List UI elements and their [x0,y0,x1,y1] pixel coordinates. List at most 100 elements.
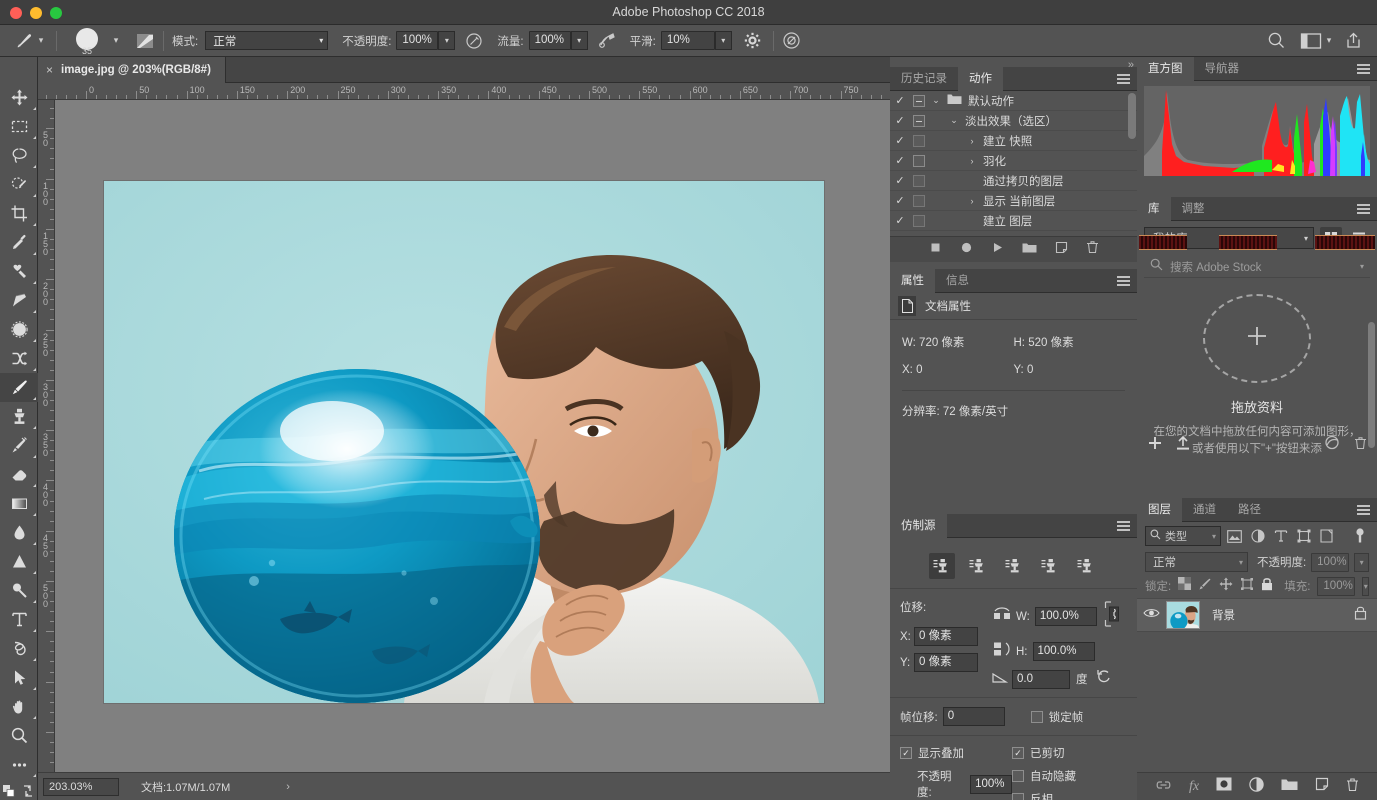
tab-history[interactable]: 历史记录 [890,67,958,91]
more-tools[interactable] [0,750,38,779]
blur-tool[interactable] [0,518,38,547]
action-row[interactable]: ✓ ⌄ 淡出效果（选区） [890,111,1137,131]
panel-menu-icon[interactable] [1357,64,1370,74]
airbrush-icon[interactable] [598,32,618,50]
document-tab[interactable]: × image.jpg @ 203%(RGB/8#) [38,57,226,83]
layer-kind-filter[interactable]: 类型 ▾ [1145,526,1221,546]
action-dialog-toggle[interactable] [913,94,925,107]
eyedropper-tool[interactable] [0,228,38,257]
direct-selection-tool[interactable] [0,663,38,692]
gear-icon[interactable] [744,32,761,49]
tab-adjustments[interactable]: 调整 [1171,197,1216,221]
close-icon[interactable]: × [46,63,53,77]
lock-icon[interactable] [1354,605,1367,625]
marquee-tool[interactable] [0,112,38,141]
layer-row-background[interactable]: 背景 [1137,598,1377,632]
vertical-ruler[interactable]: 50 100 150 200 250 300 350 400 450 500 [38,100,55,772]
actions-list[interactable]: ✓ ⌄ 默认动作 ✓ ⌄ 淡出效果（选区） ✓ › 建立 快照 ✓ › 羽化 ✓ 通过拷贝的图层 ✓ › 显示 … [890,91,1137,236]
pen-tool[interactable] [0,576,38,605]
add-icon[interactable] [1147,435,1163,456]
clone-w-value[interactable]: 100.0% [1034,607,1097,626]
record-icon[interactable] [960,241,973,259]
stop-icon[interactable] [929,241,942,259]
lock-pixels-icon[interactable] [1198,577,1212,596]
drop-target-circle[interactable] [1203,294,1311,383]
symmetry-icon[interactable] [782,31,801,50]
tab-clone-source[interactable]: 仿制源 [890,514,947,538]
blend-mode-dropdown[interactable]: 正常 ▾ [205,31,329,50]
tab-properties[interactable]: 属性 [890,269,935,293]
new-layer-icon[interactable] [1315,777,1329,796]
patch-tool[interactable] [0,315,38,344]
panel-menu-icon[interactable] [1117,521,1130,531]
opacity-value[interactable]: 100% [396,31,439,50]
action-dialog-toggle[interactable] [913,214,925,227]
flow-value[interactable]: 100% [528,31,571,50]
search-icon[interactable] [1267,31,1286,50]
brush-preset-chevron-icon[interactable]: ▾ [109,31,123,50]
brush-tool-2[interactable] [0,286,38,315]
flip-vertical-icon[interactable] [992,641,1012,662]
clone-source-3[interactable] [1001,553,1027,579]
delete-icon[interactable] [1086,240,1099,259]
link-layers-icon[interactable] [1155,778,1172,796]
panel-menu-icon[interactable] [1357,204,1370,214]
eraser-tool[interactable] [0,460,38,489]
lock-all-icon[interactable] [1261,577,1273,596]
brush-icon[interactable] [14,31,34,51]
move-tool[interactable] [0,83,38,112]
library-scrollbar[interactable] [1368,322,1375,448]
flow-chevron-icon[interactable]: ▾ [570,31,588,50]
action-expand-chevron-icon[interactable]: › [961,136,983,146]
workspace-icon[interactable] [1300,32,1322,50]
reset-icon[interactable] [1096,669,1112,689]
layer-opacity-chevron-icon[interactable]: ▾ [1354,552,1369,572]
workspace-chevron-icon[interactable]: ▾ [1322,31,1336,50]
tab-layers[interactable]: 图层 [1137,498,1182,522]
filter-type-icon[interactable] [1271,526,1290,546]
creative-cloud-icon[interactable] [1323,435,1341,455]
action-row[interactable]: ✓ 通过拷贝的图层 [890,171,1137,191]
status-expand-arrow[interactable]: › [286,781,290,793]
tool-preset-chevron-icon[interactable]: ▾ [34,31,48,50]
history-brush-tool[interactable] [0,431,38,460]
action-enabled-check[interactable]: ✓ [890,194,910,207]
document-image[interactable] [103,180,825,704]
lock-artboard-icon[interactable] [1240,577,1254,596]
fill-value[interactable]: 100% [1317,576,1356,596]
brush-tool[interactable] [0,373,38,402]
delete-layer-icon[interactable] [1346,777,1359,797]
delete-icon[interactable] [1354,436,1367,455]
chevron-down-icon[interactable]: ▾ [1360,262,1364,271]
action-row[interactable]: ✓ 建立 图层 [890,211,1137,231]
action-expand-chevron-icon[interactable]: ⌄ [925,95,947,106]
opacity-chevron-icon[interactable]: ▾ [438,31,456,50]
action-expand-chevron-icon[interactable]: › [961,156,983,166]
filter-smart-icon[interactable] [1317,526,1336,546]
auto-hide-checkbox[interactable] [1012,770,1024,782]
action-enabled-check[interactable]: ✓ [890,214,910,227]
clone-source-slots[interactable] [890,544,1137,588]
panel-menu-icon[interactable] [1117,74,1130,84]
play-icon[interactable] [991,241,1004,259]
clipped-checkbox[interactable]: ✓ [1012,747,1024,759]
clone-source-1[interactable] [928,553,955,579]
clone-source-2[interactable] [965,553,991,579]
tab-paths[interactable]: 路径 [1227,498,1272,522]
clone-source-4[interactable] [1037,553,1063,579]
library-search[interactable]: 搜索 Adobe Stock ▾ [1144,256,1370,278]
new-action-icon[interactable] [1055,241,1068,259]
action-enabled-check[interactable]: ✓ [890,94,910,107]
canvas-area[interactable] [55,100,890,772]
fx-icon[interactable]: fx [1189,779,1199,795]
layer-opacity-value[interactable]: 100% [1311,552,1350,572]
action-row[interactable]: ✓ ⌄ 默认动作 [890,91,1137,111]
lasso-tool[interactable] [0,141,38,170]
panel-menu-icon[interactable] [1357,505,1370,515]
shuffle-tool[interactable] [0,344,38,373]
eye-icon[interactable] [1143,606,1160,624]
overlay-opacity-value[interactable]: 100% [970,774,1012,794]
lock-transparency-icon[interactable] [1178,577,1192,595]
action-enabled-check[interactable]: ✓ [890,114,910,127]
gradient-tool[interactable] [0,489,38,518]
